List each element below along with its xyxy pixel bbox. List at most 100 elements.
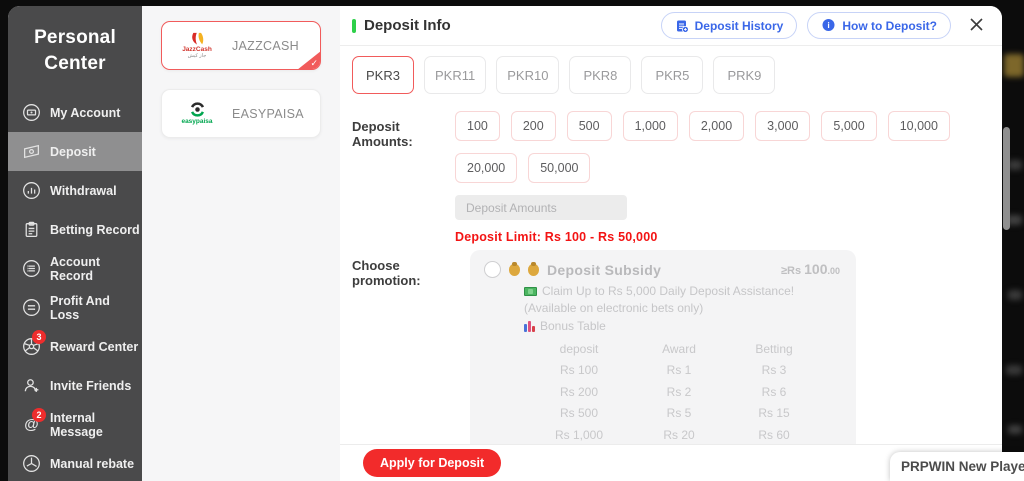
sidebar-item[interactable]: Manual rebate <box>8 444 142 481</box>
payment-method-card[interactable]: JazzCash جاز کیش JAZZCASH ✓ <box>161 21 321 70</box>
promotion-radio[interactable] <box>484 261 501 278</box>
amount-options: 100 200 500 1,000 2,000 3,000 5,000 10,0… <box>455 111 960 183</box>
promotion-label: Choose promotion: <box>352 258 421 288</box>
background-blur <box>1008 425 1022 434</box>
payment-method-name: JAZZCASH <box>232 38 299 53</box>
sidebar-item[interactable]: 3 Reward Center <box>8 327 142 366</box>
close-icon[interactable] <box>967 15 986 37</box>
moneybag-icon <box>509 261 520 276</box>
amount-button[interactable]: 500 <box>566 111 612 141</box>
bar-chart-icon <box>524 320 535 332</box>
svg-text:i: i <box>828 20 830 30</box>
notification-badge: 3 <box>32 329 46 344</box>
bonus-table-row: Rs 1,000 Rs 20 Rs 60 <box>554 427 790 442</box>
sidebar-item[interactable]: Betting Record <box>8 210 142 249</box>
deposit-history-button[interactable]: Deposit History <box>660 12 798 39</box>
sidebar-item-icon <box>21 298 41 318</box>
payment-logo-icon <box>187 32 208 46</box>
personal-center-sidebar: Personal Center My Account Deposit Withd… <box>8 6 142 481</box>
sidebar-item[interactable]: My Account <box>8 93 142 132</box>
amount-input[interactable] <box>455 195 627 220</box>
promotion-line1: Claim Up to Rs 5,000 Daily Deposit Assis… <box>542 284 795 298</box>
payment-logo: easypaisa <box>174 101 220 126</box>
deposit-info-panel: Deposit Info Deposit History i How to De… <box>340 6 1002 481</box>
sidebar-item[interactable]: Deposit <box>8 132 142 172</box>
deposit-limit-text: Deposit Limit: Rs 100 - Rs 50,000 <box>455 230 658 244</box>
sidebar-item-label: Account Record <box>50 254 100 283</box>
new-player-widget-label: PRPWIN New Player <box>901 459 1024 474</box>
background-blur <box>1008 290 1022 300</box>
background-blur <box>1006 365 1022 375</box>
sidebar-item-label: Manual rebate <box>50 456 135 471</box>
amount-button[interactable]: 5,000 <box>821 111 877 141</box>
amount-button[interactable]: 3,000 <box>755 111 811 141</box>
page-scrollbar-thumb[interactable] <box>1003 127 1010 230</box>
sidebar-item-icon <box>21 142 41 162</box>
sidebar-item-icon <box>21 376 41 396</box>
payment-method-name: EASYPAISA <box>232 106 304 121</box>
sidebar-item-label: My Account <box>50 105 121 120</box>
apply-for-deposit-button[interactable]: Apply for Deposit <box>363 449 502 477</box>
sidebar-item-label: Invite Friends <box>50 378 132 393</box>
promotion-title: Deposit Subsidy <box>547 261 662 278</box>
sidebar-item-label: Profit And Loss <box>50 293 110 322</box>
payment-logo-subtext: جاز کیش <box>187 53 207 60</box>
channel-button[interactable]: PKR5 <box>641 56 704 94</box>
amount-button[interactable]: 2,000 <box>688 111 745 141</box>
promotion-card[interactable]: ≥Rs 100.00 Deposit Subsidy Claim Up to R… <box>470 250 856 444</box>
sidebar-item-icon: 2 @ <box>21 407 46 435</box>
promotion-line2: (Available on electronic bets only) <box>524 301 704 316</box>
payment-method-panel: JazzCash جاز کیش JAZZCASH ✓ easypaisa EA… <box>142 6 340 481</box>
channel-button[interactable]: PRK9 <box>713 56 776 94</box>
moneybag-icon <box>528 261 539 276</box>
sidebar-item-label: Deposit <box>50 144 96 159</box>
sidebar-item[interactable]: Invite Friends <box>8 366 142 405</box>
bonus-table-header: deposit Award Betting <box>559 341 793 356</box>
payment-logo-icon <box>189 101 206 118</box>
amount-button[interactable]: 100 <box>455 111 500 141</box>
panel-title: Deposit Info <box>364 17 451 34</box>
amount-button[interactable]: 50,000 <box>528 153 591 183</box>
background-blur-gold <box>1004 54 1024 77</box>
sidebar-item-icon <box>21 220 41 240</box>
sidebar-item-icon <box>21 181 41 201</box>
info-icon: i <box>822 19 835 31</box>
sidebar-item-icon <box>21 454 41 474</box>
channel-button[interactable]: PKR3 <box>352 56 414 94</box>
bonus-table-row: Rs 200 Rs 2 Rs 6 <box>559 384 787 399</box>
amount-button[interactable]: 10,000 <box>887 111 950 141</box>
sidebar-item-icon <box>21 259 41 279</box>
deposit-form: PKR3 PKR11 PKR10 PKR8 PKR5 PRK9 Deposit … <box>340 46 1002 444</box>
deposit-info-header: Deposit Info Deposit History i How to De… <box>340 6 1002 46</box>
amount-button[interactable]: 20,000 <box>455 153 518 183</box>
channel-button[interactable]: PKR11 <box>424 56 487 94</box>
sidebar-item[interactable]: Withdrawal <box>8 171 142 210</box>
channel-button[interactable]: PKR10 <box>496 56 560 94</box>
bonus-table-row: Rs 500 Rs 5 Rs 15 <box>559 406 790 421</box>
sidebar-item-icon: 3 <box>21 329 46 357</box>
selected-check-icon: ✓ <box>297 51 320 69</box>
amounts-label: Deposit Amounts: <box>352 119 413 149</box>
sidebar-item[interactable]: Account Record <box>8 249 142 288</box>
channel-button[interactable]: PKR8 <box>569 56 632 94</box>
channel-selector: PKR3 PKR11 PKR10 PKR8 PKR5 PRK9 <box>352 56 988 94</box>
payment-logo: JazzCash جاز کیش <box>174 32 220 60</box>
promotion-min-amount: ≥Rs 100.00 <box>780 261 840 277</box>
sidebar-item[interactable]: 2 @ Internal Message <box>8 405 142 444</box>
amount-button[interactable]: 1,000 <box>622 111 678 141</box>
sidebar-title: Personal Center <box>34 27 116 74</box>
background-blur <box>1008 160 1022 170</box>
new-player-widget[interactable]: PRPWIN New Player <box>890 452 1024 481</box>
bonus-table-row: Rs 100 Rs 1 Rs 3 <box>559 363 787 378</box>
banknote-icon <box>524 287 537 297</box>
sidebar-item[interactable]: Profit And Loss <box>8 288 142 327</box>
payment-logo-word: easypaisa <box>181 118 213 126</box>
bonus-table: deposit Award Betting Rs 100 Rs 1 Rs 3 R… <box>524 338 824 444</box>
payment-method-card[interactable]: easypaisa EASYPAISA ✓ <box>161 89 321 138</box>
sidebar-item-label: Betting Record <box>50 222 140 237</box>
sidebar-item-label: Internal Message <box>50 410 103 439</box>
amount-button[interactable]: 200 <box>510 111 556 141</box>
how-to-deposit-button[interactable]: i How to Deposit? <box>807 12 951 39</box>
sidebar-item-label: Withdrawal <box>50 183 117 198</box>
title-accent-bar <box>352 18 356 33</box>
